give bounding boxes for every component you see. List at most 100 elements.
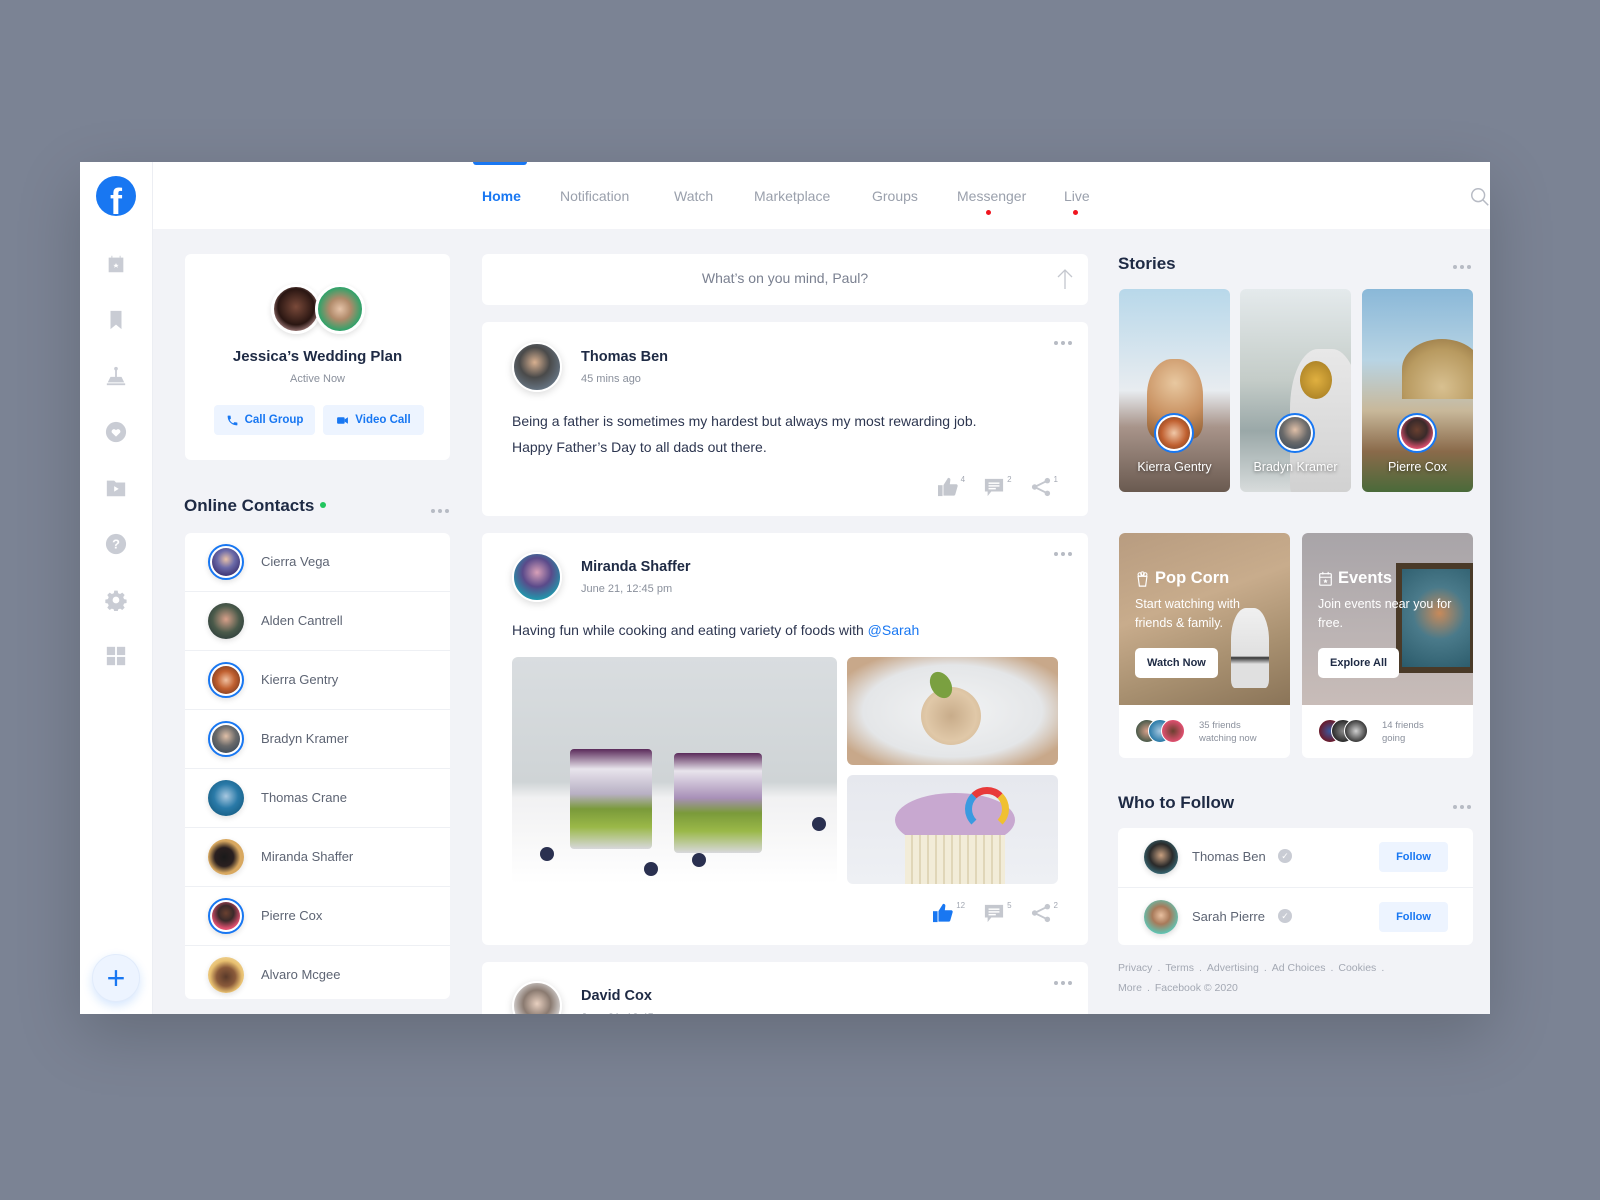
post-text-body: Having fun while cooking and eating vari… bbox=[512, 622, 868, 638]
post-photo[interactable] bbox=[847, 657, 1058, 765]
grid-icon[interactable] bbox=[104, 644, 128, 668]
contact-avatar bbox=[208, 662, 244, 698]
story-avatar bbox=[1154, 413, 1194, 453]
suggestion-avatar[interactable] bbox=[1144, 900, 1178, 934]
explore-all-button[interactable]: Explore All bbox=[1318, 648, 1400, 678]
contact-avatar bbox=[208, 898, 244, 934]
joystick-icon[interactable] bbox=[104, 364, 128, 388]
tab-marketplace[interactable]: Marketplace bbox=[754, 188, 830, 204]
post-author-avatar[interactable] bbox=[512, 342, 562, 392]
story-card[interactable]: Pierre Cox bbox=[1362, 289, 1473, 492]
tab-messenger[interactable]: Messenger bbox=[957, 188, 1026, 204]
share-button[interactable]: 2 bbox=[1030, 901, 1058, 923]
follow-button[interactable]: Follow bbox=[1379, 902, 1448, 932]
heart-icon[interactable] bbox=[104, 420, 128, 444]
watch-now-button[interactable]: Watch Now bbox=[1135, 648, 1218, 678]
comment-button[interactable]: 5 bbox=[983, 901, 1012, 923]
thumbs-up-icon bbox=[937, 477, 958, 497]
tab-home[interactable]: Home bbox=[482, 188, 521, 204]
post-author-name[interactable]: Thomas Ben bbox=[581, 349, 668, 365]
contact-item[interactable]: Alden Cantrell bbox=[185, 592, 450, 651]
contact-item[interactable]: Bradyn Kramer bbox=[185, 710, 450, 769]
bookmark-icon[interactable] bbox=[104, 308, 128, 332]
comment-count: 2 bbox=[1007, 475, 1012, 484]
footer-link-ad-choices[interactable]: Ad Choices bbox=[1272, 962, 1326, 974]
contact-item[interactable]: Pierre Cox bbox=[185, 887, 450, 946]
footer-link-privacy[interactable]: Privacy bbox=[1118, 962, 1152, 974]
settings-icon[interactable] bbox=[104, 588, 128, 612]
online-contacts-title: Online Contacts bbox=[184, 496, 315, 515]
follow-button[interactable]: Follow bbox=[1379, 842, 1448, 872]
events-friends-text: 14 friends going bbox=[1382, 720, 1424, 744]
popcorn-footer: 35 friends watching now bbox=[1119, 705, 1290, 758]
post-author-avatar[interactable] bbox=[512, 552, 562, 602]
arrow-up-icon[interactable] bbox=[1056, 268, 1074, 290]
contact-item[interactable]: Kierra Gentry bbox=[185, 651, 450, 710]
video-camera-icon bbox=[337, 416, 349, 424]
share-button[interactable]: 1 bbox=[1030, 475, 1058, 497]
contact-item[interactable]: Miranda Shaffer bbox=[185, 828, 450, 887]
comment-button[interactable]: 2 bbox=[983, 475, 1012, 497]
like-button[interactable]: 12 bbox=[932, 901, 966, 923]
suggestion-name[interactable]: Thomas Ben bbox=[1192, 849, 1266, 864]
messenger-badge bbox=[986, 210, 991, 215]
events-description: Join events near you for free. bbox=[1318, 597, 1452, 630]
video-call-button[interactable]: Video Call bbox=[323, 405, 424, 435]
contact-item[interactable]: Cierra Vega bbox=[185, 533, 450, 592]
post-photo[interactable] bbox=[847, 775, 1058, 884]
footer-link-terms[interactable]: Terms bbox=[1165, 962, 1194, 974]
friends-avatar-stack bbox=[1135, 719, 1195, 743]
post-photo[interactable] bbox=[512, 657, 837, 884]
post-more-button[interactable] bbox=[1054, 981, 1072, 985]
footer-link-more[interactable]: More bbox=[1118, 982, 1142, 994]
stories-more-button[interactable] bbox=[1453, 265, 1471, 269]
follow-more-button[interactable] bbox=[1453, 805, 1471, 809]
suggestion-avatar[interactable] bbox=[1144, 840, 1178, 874]
footer-link-advertising[interactable]: Advertising bbox=[1207, 962, 1259, 974]
contact-avatar bbox=[208, 603, 244, 639]
events-footer: 14 friends going bbox=[1302, 705, 1473, 758]
post-text: Having fun while cooking and eating vari… bbox=[512, 617, 1058, 643]
post-author-avatar[interactable] bbox=[512, 981, 562, 1014]
tab-groups[interactable]: Groups bbox=[872, 188, 918, 204]
friends-avatar-stack bbox=[1318, 719, 1378, 743]
group-title: Jessica’s Wedding Plan bbox=[232, 348, 403, 365]
story-avatar bbox=[1397, 413, 1437, 453]
video-folder-icon[interactable] bbox=[104, 476, 128, 500]
tab-notification[interactable]: Notification bbox=[560, 188, 629, 204]
copyright-text: Facebook © 2020 bbox=[1154, 982, 1238, 994]
contacts-more-button[interactable] bbox=[431, 509, 449, 513]
help-icon[interactable]: ? bbox=[104, 532, 128, 556]
contact-avatar bbox=[208, 839, 244, 875]
post-more-button[interactable] bbox=[1054, 552, 1072, 556]
tab-live[interactable]: Live bbox=[1064, 188, 1090, 204]
post-author-name[interactable]: Miranda Shaffer bbox=[581, 559, 691, 575]
like-count: 12 bbox=[956, 901, 966, 910]
search-icon[interactable] bbox=[1469, 186, 1490, 208]
contact-item[interactable]: Alvaro Mcgee bbox=[185, 946, 450, 999]
post-composer[interactable]: What’s on you mind, Paul? bbox=[482, 254, 1088, 305]
video-call-label: Video Call bbox=[355, 414, 411, 426]
live-badge bbox=[1073, 210, 1078, 215]
tab-watch[interactable]: Watch bbox=[674, 188, 713, 204]
call-group-button[interactable]: Call Group bbox=[214, 405, 315, 435]
contact-avatar bbox=[208, 780, 244, 816]
contact-name: Kierra Gentry bbox=[261, 672, 339, 687]
contact-name: Pierre Cox bbox=[261, 908, 323, 923]
story-card[interactable]: Bradyn Kramer bbox=[1240, 289, 1351, 492]
create-button[interactable]: + bbox=[92, 954, 140, 1002]
story-card[interactable]: Kierra Gentry bbox=[1119, 289, 1230, 492]
post-author-name[interactable]: David Cox bbox=[581, 988, 652, 1004]
post-more-button[interactable] bbox=[1054, 341, 1072, 345]
facebook-logo[interactable]: f bbox=[96, 176, 136, 216]
footer-link-cookies[interactable]: Cookies bbox=[1338, 962, 1376, 974]
calendar-icon[interactable] bbox=[104, 252, 128, 276]
group-member-avatar bbox=[315, 284, 365, 334]
post-card: David Cox June 21, 12:45 pm bbox=[482, 962, 1088, 1014]
mention-link[interactable]: @Sarah bbox=[868, 622, 920, 638]
contact-avatar bbox=[208, 721, 244, 757]
suggestion-name[interactable]: Sarah Pierre bbox=[1192, 909, 1265, 924]
post-timestamp: June 21, 12:45 pm bbox=[581, 583, 673, 595]
like-button[interactable]: 4 bbox=[937, 475, 965, 497]
contact-item[interactable]: Thomas Crane bbox=[185, 769, 450, 828]
